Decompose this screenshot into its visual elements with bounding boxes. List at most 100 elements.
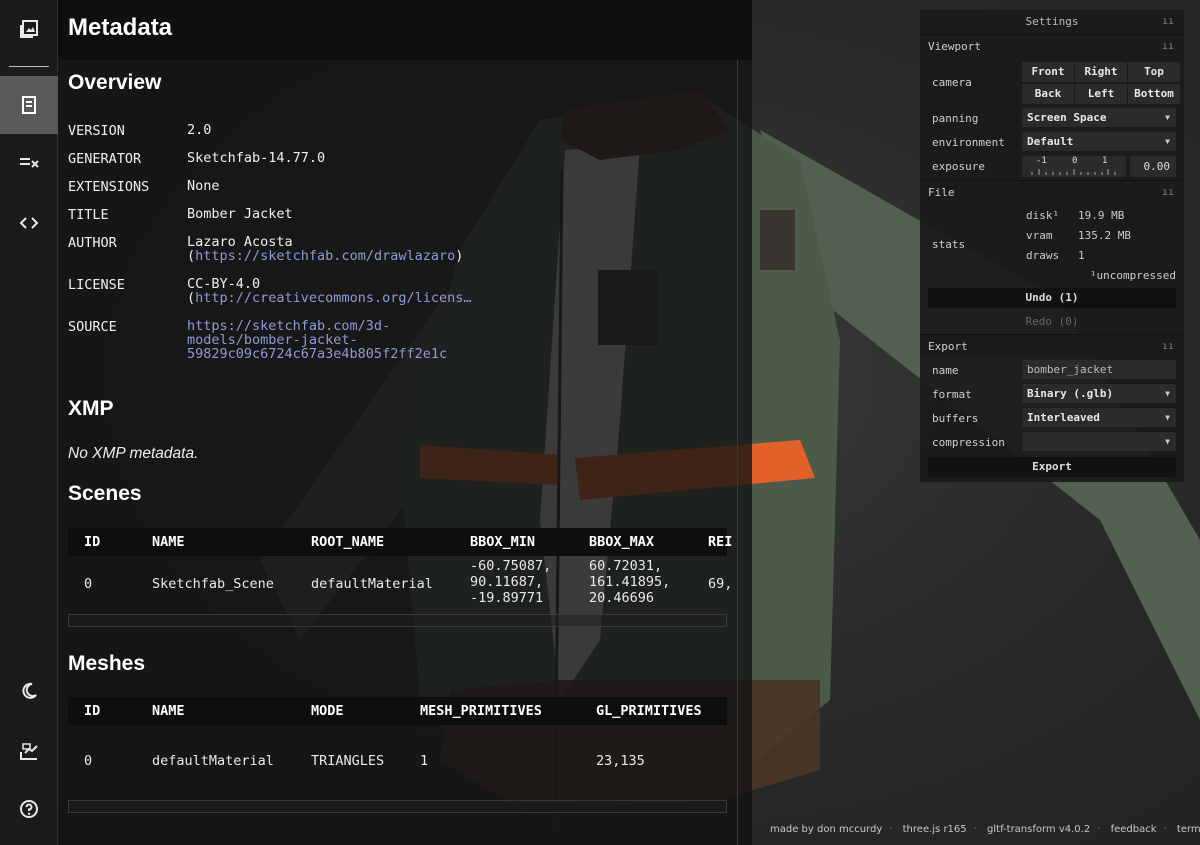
terms-link[interactable]: terms	[1177, 824, 1200, 835]
collapse-icon: ıı	[1161, 341, 1174, 352]
metadata-icon[interactable]	[0, 76, 58, 134]
collapse-icon: ıı	[1161, 187, 1174, 198]
collapse-icon: ıı	[1161, 41, 1174, 52]
key-version: VERSION	[68, 123, 125, 139]
compression-label: compression	[932, 436, 1005, 449]
share-icon[interactable]	[0, 722, 58, 780]
license-link[interactable]: http://creativecommons.org/licens…	[195, 290, 471, 306]
file-folder[interactable]: File ıı	[920, 180, 1184, 204]
key-generator: GENERATOR	[68, 151, 142, 167]
exposure-label: exposure	[932, 160, 985, 173]
stats-label: stats	[932, 238, 966, 251]
theme-moon-icon[interactable]	[0, 662, 58, 720]
rail-divider	[9, 66, 49, 67]
environment-select[interactable]: Default ▼	[1022, 132, 1176, 151]
license-name: CC-BY-4.0	[187, 276, 261, 292]
col-root-name: ROOT_NAME	[311, 534, 385, 550]
meshes-heading: Meshes	[68, 652, 146, 675]
stat-draws-label: draws	[1026, 249, 1060, 262]
panning-row: panning Screen Space ▼	[920, 106, 1184, 130]
scene-name: Sketchfab_Scene	[152, 576, 274, 592]
threejs-link[interactable]: three.js r165	[903, 824, 967, 835]
col-bbox-max: BBOX_MAX	[589, 534, 655, 550]
author-link[interactable]: https://sketchfab.com/drawlazaro	[195, 248, 455, 264]
meshes-table-header: ID NAME MODE MESH_PRIMITIVES GL_PRIMITIV…	[68, 697, 727, 725]
gl-primitives: 23,135	[596, 753, 645, 769]
help-icon[interactable]	[0, 780, 58, 838]
meshes-table-scrollbar[interactable]	[68, 800, 727, 813]
viewport-folder[interactable]: Viewport ıı	[920, 34, 1184, 58]
scene-id: 0	[84, 576, 93, 592]
export-row: Export	[920, 454, 1184, 482]
value-extensions: None	[187, 178, 220, 194]
stats-footnote: ¹uncompressed	[1089, 269, 1176, 282]
exposure-slider[interactable]: -1 0 1	[1022, 156, 1126, 177]
panning-label: panning	[932, 112, 979, 125]
source-link-line: 59829c09c6724c67a3e4b805f2ff2e1c	[187, 346, 448, 362]
export-name-input[interactable]: bomber_jacket	[1022, 360, 1176, 379]
source-link[interactable]: https://sketchfab.com/3d- models/bomber-…	[187, 319, 487, 361]
metadata-panel[interactable]: Metadata Overview VERSION 2.0 GENERATOR …	[58, 0, 752, 845]
code-icon[interactable]	[0, 194, 58, 252]
col-bbox-min: BBOX_MIN	[470, 534, 536, 550]
camera-back-button[interactable]: Back	[1022, 84, 1074, 104]
viewport-folder-label: Viewport	[928, 40, 981, 53]
col-id: ID	[84, 703, 101, 719]
redo-button[interactable]: Redo (0)	[928, 312, 1176, 332]
source-link-line: models/bomber-jacket-	[187, 332, 358, 348]
environment-label: environment	[932, 136, 1005, 149]
bbox-max-x: 60.72031,	[589, 558, 663, 574]
format-select[interactable]: Binary (.glb) ▼	[1022, 384, 1176, 403]
value-version: 2.0	[187, 122, 212, 138]
scenes-table-scrollbar[interactable]	[68, 614, 727, 627]
mesh-id: 0	[84, 753, 93, 769]
key-license: LICENSE	[68, 277, 125, 293]
value-license: CC-BY-4.0 (http://creativecommons.org/li…	[187, 277, 487, 305]
col-name: NAME	[152, 534, 185, 550]
settings-panel[interactable]: Settings ıı Viewport ıı camera Front Rig…	[920, 10, 1184, 482]
panning-select[interactable]: Screen Space ▼	[1022, 108, 1176, 127]
separator: ·	[1097, 824, 1101, 835]
scenes-heading: Scenes	[68, 482, 142, 505]
separator: ·	[889, 824, 893, 835]
value-author: Lazaro Acosta (https://sketchfab.com/dra…	[187, 235, 487, 263]
environment-row: environment Default ▼	[920, 130, 1184, 154]
name-row: name bomber_jacket	[920, 358, 1184, 382]
gltf-transform-link[interactable]: gltf-transform v4.0.2	[987, 824, 1090, 835]
compression-select[interactable]: ▼	[1022, 432, 1176, 451]
exposure-ticks	[1031, 169, 1116, 175]
undo-button[interactable]: Undo (1)	[928, 288, 1176, 308]
buffers-select[interactable]: Interleaved ▼	[1022, 408, 1176, 427]
scene-rei: 69,	[708, 576, 733, 592]
settings-title[interactable]: Settings ıı	[920, 10, 1184, 34]
panning-value: Screen Space	[1027, 111, 1107, 124]
bbox-min-y: 90.11687,	[470, 574, 544, 590]
camera-top-button[interactable]: Top	[1128, 62, 1180, 82]
value-generator: Sketchfab-14.77.0	[187, 150, 326, 166]
camera-left-button[interactable]: Left	[1075, 84, 1127, 104]
key-source: SOURCE	[68, 319, 117, 335]
redo-row: Redo (0)	[920, 310, 1184, 334]
export-button[interactable]: Export	[928, 457, 1176, 477]
format-row: format Binary (.glb) ▼	[920, 382, 1184, 406]
author-link-line: (https://sketchfab.com/drawlazaro)	[187, 249, 487, 263]
validation-icon[interactable]	[0, 134, 58, 192]
chevron-down-icon: ▼	[1165, 437, 1170, 446]
license-link-line: (http://creativecommons.org/licens…	[187, 291, 487, 305]
exposure-value-input[interactable]: 0.00	[1130, 156, 1176, 177]
mesh-mode: TRIANGLES	[311, 753, 385, 769]
camera-right-button[interactable]: Right	[1075, 62, 1127, 82]
camera-front-button[interactable]: Front	[1022, 62, 1074, 82]
feedback-link[interactable]: feedback	[1111, 824, 1157, 835]
separator: ·	[973, 824, 977, 835]
col-mode: MODE	[311, 703, 344, 719]
scene-root-name: defaultMaterial	[311, 576, 433, 592]
xmp-empty-text: No XMP metadata.	[68, 445, 199, 462]
col-gl-primitives: GL_PRIMITIVES	[596, 703, 702, 719]
gallery-icon[interactable]	[0, 0, 58, 58]
camera-bottom-button[interactable]: Bottom	[1128, 84, 1180, 104]
camera-row: camera Front Right Top Back Left Bottom	[920, 58, 1184, 106]
stat-vram-value: 135.2 MB	[1078, 229, 1131, 242]
export-folder[interactable]: Export ıı	[920, 334, 1184, 358]
stat-disk-label: disk¹	[1026, 209, 1060, 222]
